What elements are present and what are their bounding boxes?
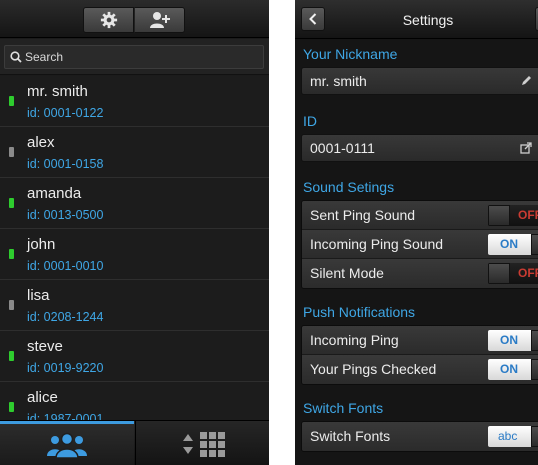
status-indicator xyxy=(9,249,14,259)
contact-name: mr. smith xyxy=(27,83,88,100)
contact-id: id: 0001-0158 xyxy=(27,157,104,171)
row-label: Silent Mode xyxy=(310,265,384,281)
contact-id: id: 0001-0122 xyxy=(27,106,104,120)
add-user-icon xyxy=(149,12,170,28)
id-field[interactable]: 0001-0111 xyxy=(301,134,538,162)
contacts-screen: Search mr. smith id: 0001-0122 alex id: … xyxy=(0,0,269,465)
sound-section-title: Sound Setings xyxy=(303,179,395,195)
status-indicator xyxy=(9,96,14,106)
toggle-knob xyxy=(488,205,510,226)
toggle-knob xyxy=(488,263,510,284)
sound-settings-group: Sent Ping Sound OFF Incoming Ping Sound … xyxy=(301,200,538,289)
tab-sort-grid[interactable] xyxy=(135,421,269,465)
add-contact-button[interactable] xyxy=(134,7,185,33)
contact-name: alice xyxy=(27,389,58,406)
incoming-ping-row: Incoming Ping ON xyxy=(302,326,538,355)
toggle-state: abc xyxy=(498,429,518,443)
row-label: Your Pings Checked xyxy=(310,361,437,377)
contact-id: id: 0019-9220 xyxy=(27,361,104,375)
share-icon xyxy=(520,142,532,154)
contact-row[interactable]: steve id: 0019-9220 xyxy=(0,331,269,382)
fonts-section-title: Switch Fonts xyxy=(303,400,384,416)
contact-list[interactable]: mr. smith id: 0001-0122 alex id: 0001-01… xyxy=(0,76,269,420)
toggle-knob xyxy=(531,426,538,447)
status-indicator xyxy=(9,402,14,412)
contact-name: john xyxy=(27,236,56,253)
search-bar: Search xyxy=(0,39,269,75)
settings-navbar: Settings xyxy=(295,0,538,39)
contact-row[interactable]: mr. smith id: 0001-0122 xyxy=(0,76,269,127)
contact-name: amanda xyxy=(27,185,82,202)
contacts-toolbar xyxy=(0,0,269,38)
toggle-knob xyxy=(531,359,538,380)
contact-row[interactable]: alice id: 1987-0001 xyxy=(0,382,269,420)
search-input[interactable]: Search xyxy=(4,45,264,69)
search-placeholder: Search xyxy=(25,50,64,64)
contact-name: steve xyxy=(27,338,63,355)
switch-fonts-row: Switch Fonts abc xyxy=(302,422,538,451)
id-section-title: ID xyxy=(303,113,317,129)
toggle-knob xyxy=(531,330,538,351)
sent-ping-sound-row: Sent Ping Sound OFF xyxy=(302,201,538,230)
status-indicator xyxy=(9,198,14,208)
toggle-knob xyxy=(531,234,538,255)
contact-id: id: 1987-0001 xyxy=(27,412,104,420)
id-value: 0001-0111 xyxy=(310,140,375,156)
contact-name: lisa xyxy=(27,287,50,304)
contact-row[interactable]: john id: 0001-0010 xyxy=(0,229,269,280)
contact-row[interactable]: lisa id: 0208-1244 xyxy=(0,280,269,331)
contact-row[interactable]: alex id: 0001-0158 xyxy=(0,127,269,178)
tab-bar xyxy=(0,420,269,465)
contact-name: alex xyxy=(27,134,55,151)
row-label: Sent Ping Sound xyxy=(310,207,416,223)
page-title: Settings xyxy=(402,12,454,28)
nickname-field[interactable]: mr. smith xyxy=(301,67,538,95)
tab-contacts[interactable] xyxy=(0,421,134,465)
toggle-state: ON xyxy=(500,237,518,251)
search-icon xyxy=(10,51,22,63)
your-pings-checked-row: Your Pings Checked ON xyxy=(302,355,538,384)
pencil-icon xyxy=(522,76,531,85)
group-icon xyxy=(47,432,87,458)
row-label: Incoming Ping Sound xyxy=(310,236,444,252)
sent-ping-sound-toggle[interactable]: OFF xyxy=(488,205,538,226)
contact-row[interactable]: amanda id: 0013-0500 xyxy=(0,178,269,229)
settings-button[interactable] xyxy=(83,7,134,33)
sort-grid-icon xyxy=(182,431,225,457)
switch-fonts-toggle[interactable]: abc xyxy=(488,426,538,447)
row-label: Incoming Ping xyxy=(310,332,399,348)
toggle-state: OFF xyxy=(518,208,538,222)
incoming-ping-sound-toggle[interactable]: ON xyxy=(488,234,538,255)
status-indicator xyxy=(9,351,14,361)
incoming-ping-toggle[interactable]: ON xyxy=(488,330,538,351)
gear-icon xyxy=(100,11,117,29)
nickname-section-title: Your Nickname xyxy=(303,46,398,62)
fonts-settings-group: Switch Fonts abc xyxy=(301,421,538,452)
contact-id: id: 0013-0500 xyxy=(27,208,104,222)
contact-id: id: 0208-1244 xyxy=(27,310,104,324)
toggle-state: ON xyxy=(500,333,518,347)
silent-mode-row: Silent Mode OFF xyxy=(302,259,538,288)
push-section-title: Push Notifications xyxy=(303,304,416,320)
nickname-value: mr. smith xyxy=(310,73,367,89)
row-label: Switch Fonts xyxy=(310,428,391,444)
incoming-ping-sound-row: Incoming Ping Sound ON xyxy=(302,230,538,259)
silent-mode-toggle[interactable]: OFF xyxy=(488,263,538,284)
your-pings-checked-toggle[interactable]: ON xyxy=(488,359,538,380)
push-settings-group: Incoming Ping ON Your Pings Checked ON xyxy=(301,325,538,385)
contact-id: id: 0001-0010 xyxy=(27,259,104,273)
status-indicator xyxy=(9,147,14,157)
status-indicator xyxy=(9,300,14,310)
settings-screen: Settings Your Nickname mr. smith ID 0001… xyxy=(295,0,538,465)
toggle-state: ON xyxy=(500,362,518,376)
toggle-state: OFF xyxy=(518,266,538,280)
